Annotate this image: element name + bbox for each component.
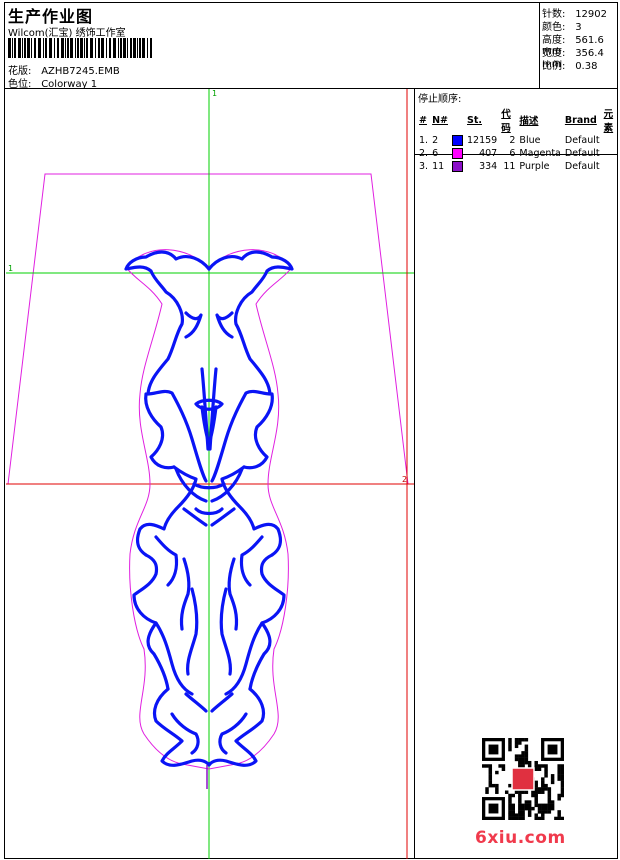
col-color-swatch [450,106,465,134]
col-stitches: St. [467,114,482,126]
stop-sequence-panel: 停止顺序: # N# St. 代码 描述 Brand 元素 1. 2 12159… [415,89,618,173]
qr-code [482,738,564,820]
col-brand: Brand [564,114,597,126]
table-row[interactable]: 1. 2 12159 2 Blue Default [417,134,618,147]
colorway-line: 色位: Colorway 1 [8,75,97,90]
stop-sequence-table: # N# St. 代码 描述 Brand 元素 1. 2 12159 2 Blu… [417,106,618,173]
guide-label-h2: 2 [402,475,407,484]
color-swatch-magenta [452,148,463,159]
barcode [8,38,152,58]
table-row[interactable]: 3. 11 334 11 Purple Default [417,160,618,173]
table-row[interactable]: 2. 6 407 6 Magenta Default [417,147,618,160]
watermark-logo: 6xiu.com [475,828,566,848]
col-needle: N# [432,114,448,126]
color-swatch-blue [452,135,463,146]
guide-label-v1: 1 [212,89,217,98]
color-swatch-purple [452,161,463,172]
table-header-row: # N# St. 代码 描述 Brand 元素 [417,106,618,134]
col-index: # [419,114,427,126]
panel-divider [414,88,415,859]
design-canvas: 1 1 2 [6,89,414,859]
company-name: Wilcom(汇宝) 绣饰工作室 [8,28,126,39]
colorway-label: 色位: [8,79,32,90]
col-code: 代码 [501,109,511,134]
guide-label-h1: 1 [8,264,13,273]
col-elements: 元素 [603,109,614,134]
col-description: 描述 [519,116,539,127]
stop-sequence-heading: 停止顺序: [418,94,462,105]
specs-divider [539,2,540,89]
spec-scale: 比例: 0.38 [542,61,598,72]
